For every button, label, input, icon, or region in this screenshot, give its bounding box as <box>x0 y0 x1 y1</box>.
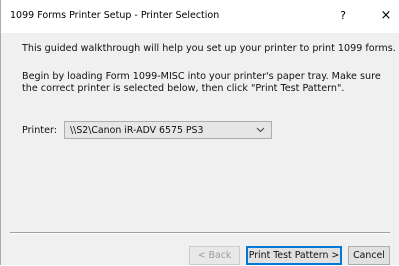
intro-text: This guided walkthrough will help you se… <box>22 43 396 54</box>
printer-dropdown[interactable]: \\S2\Canon iR-ADV 6575 PS3 <box>64 121 272 139</box>
printer-label: Printer: <box>22 125 57 136</box>
instructions-text: Begin by loading Form 1099-MISC into you… <box>22 71 381 94</box>
cancel-button[interactable]: Cancel <box>348 246 390 265</box>
printer-selected-value: \\S2\Canon iR-ADV 6575 PS3 <box>70 125 204 136</box>
title-bar[interactable]: 1099 Forms Printer Setup - Printer Selec… <box>1 0 399 33</box>
dialog-content: This guided walkthrough will help you se… <box>1 33 399 265</box>
help-button[interactable]: ? <box>335 8 351 24</box>
footer-separator <box>10 232 390 234</box>
close-button[interactable]: × <box>377 7 395 25</box>
dialog-window: 1099 Forms Printer Setup - Printer Selec… <box>0 0 399 265</box>
back-button[interactable]: < Back <box>189 246 240 265</box>
print-test-pattern-button[interactable]: Print Test Pattern > <box>246 246 342 265</box>
window-title: 1099 Forms Printer Setup - Printer Selec… <box>10 10 220 21</box>
chevron-down-icon <box>256 124 265 139</box>
